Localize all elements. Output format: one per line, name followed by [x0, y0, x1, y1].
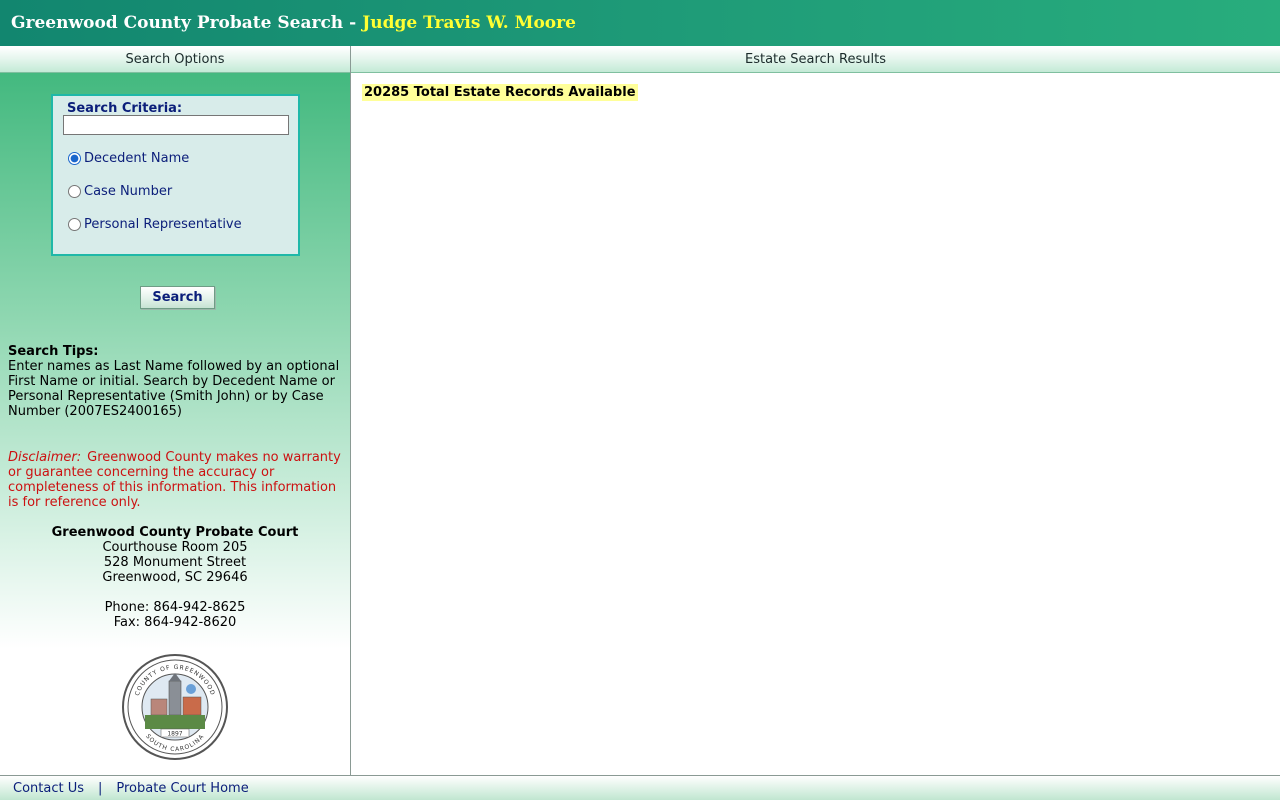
site-title: Greenwood County Probate Search — [11, 13, 344, 33]
court-fax: Fax: 864-942-8620 — [113, 615, 237, 630]
court-contact-info: Greenwood County Probate Court Courthous… — [0, 525, 350, 630]
search-tips-title: Search Tips: — [8, 344, 99, 359]
court-address-line2: 528 Monument Street — [103, 555, 247, 570]
radio-decedent-name-input[interactable] — [68, 152, 81, 165]
page-header: Greenwood County Probate Search - Judge … — [0, 0, 1280, 46]
disclaimer: Disclaimer: Greenwood County makes no war… — [8, 450, 346, 510]
search-input[interactable] — [63, 115, 289, 135]
search-criteria-box: Search Criteria: Decedent Name Case Numb… — [51, 94, 300, 256]
search-options-heading: Search Options — [0, 46, 350, 73]
probate-court-home-link[interactable]: Probate Court Home — [116, 781, 248, 796]
contact-us-link[interactable]: Contact Us — [13, 781, 84, 796]
court-address-line3: Greenwood, SC 29646 — [102, 570, 248, 585]
results-panel: 20285 Total Estate Records Available — [351, 73, 1280, 775]
footer-separator: | — [98, 780, 103, 796]
total-records-count: 20285 Total Estate Records Available — [362, 84, 638, 101]
seal-year: 1897 — [167, 731, 182, 738]
radio-personal-representative-label: Personal Representative — [84, 217, 242, 232]
radio-case-number-label: Case Number — [84, 184, 173, 199]
court-phone: Phone: 864-942-8625 — [104, 600, 246, 615]
radio-decedent-name[interactable]: Decedent Name — [68, 151, 189, 166]
sidebar: Search Criteria: Decedent Name Case Numb… — [0, 73, 350, 775]
disclaimer-label: Disclaimer: — [8, 450, 82, 465]
radio-case-number-input[interactable] — [68, 185, 81, 198]
search-tips-body: Enter names as Last Name followed by an … — [8, 359, 340, 419]
title-separator: - — [349, 13, 357, 33]
judge-name: Judge Travis W. Moore — [362, 13, 576, 33]
county-seal-icon: COUNTY OF GREENWOOD SOUTH CAROLINA 1897 — [122, 654, 228, 760]
radio-case-number[interactable]: Case Number — [68, 184, 172, 199]
search-button[interactable]: Search — [140, 286, 215, 309]
court-address-line1: Courthouse Room 205 — [102, 540, 248, 555]
search-criteria-label: Search Criteria: — [67, 101, 183, 116]
search-tips: Search Tips: Enter names as Last Name fo… — [8, 344, 343, 419]
page-footer: Contact Us | Probate Court Home — [0, 775, 1280, 800]
radio-personal-representative[interactable]: Personal Representative — [68, 217, 242, 232]
estate-results-heading: Estate Search Results — [351, 46, 1280, 73]
radio-personal-representative-input[interactable] — [68, 218, 81, 231]
court-name: Greenwood County Probate Court — [51, 525, 299, 540]
radio-decedent-name-label: Decedent Name — [84, 151, 190, 166]
